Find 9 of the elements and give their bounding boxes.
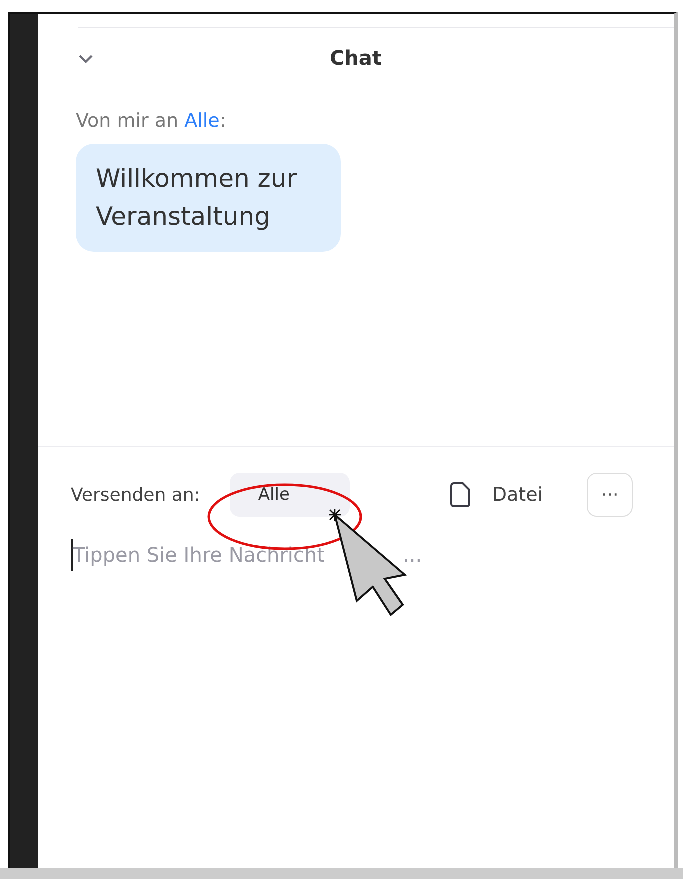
more-button[interactable]: ···	[587, 473, 634, 517]
message-bubble: Willkommen zur Veranstaltung	[76, 144, 341, 252]
colon-text: :	[220, 110, 226, 132]
recipient-dropdown[interactable]: Alle	[230, 473, 350, 517]
chat-title: Chat	[330, 46, 382, 70]
message-sender-label: Von mir an	[76, 110, 179, 132]
message-recipient: Alle	[184, 110, 220, 132]
send-to-label: Versenden an:	[71, 484, 200, 506]
file-button[interactable]: Datei	[450, 482, 544, 508]
